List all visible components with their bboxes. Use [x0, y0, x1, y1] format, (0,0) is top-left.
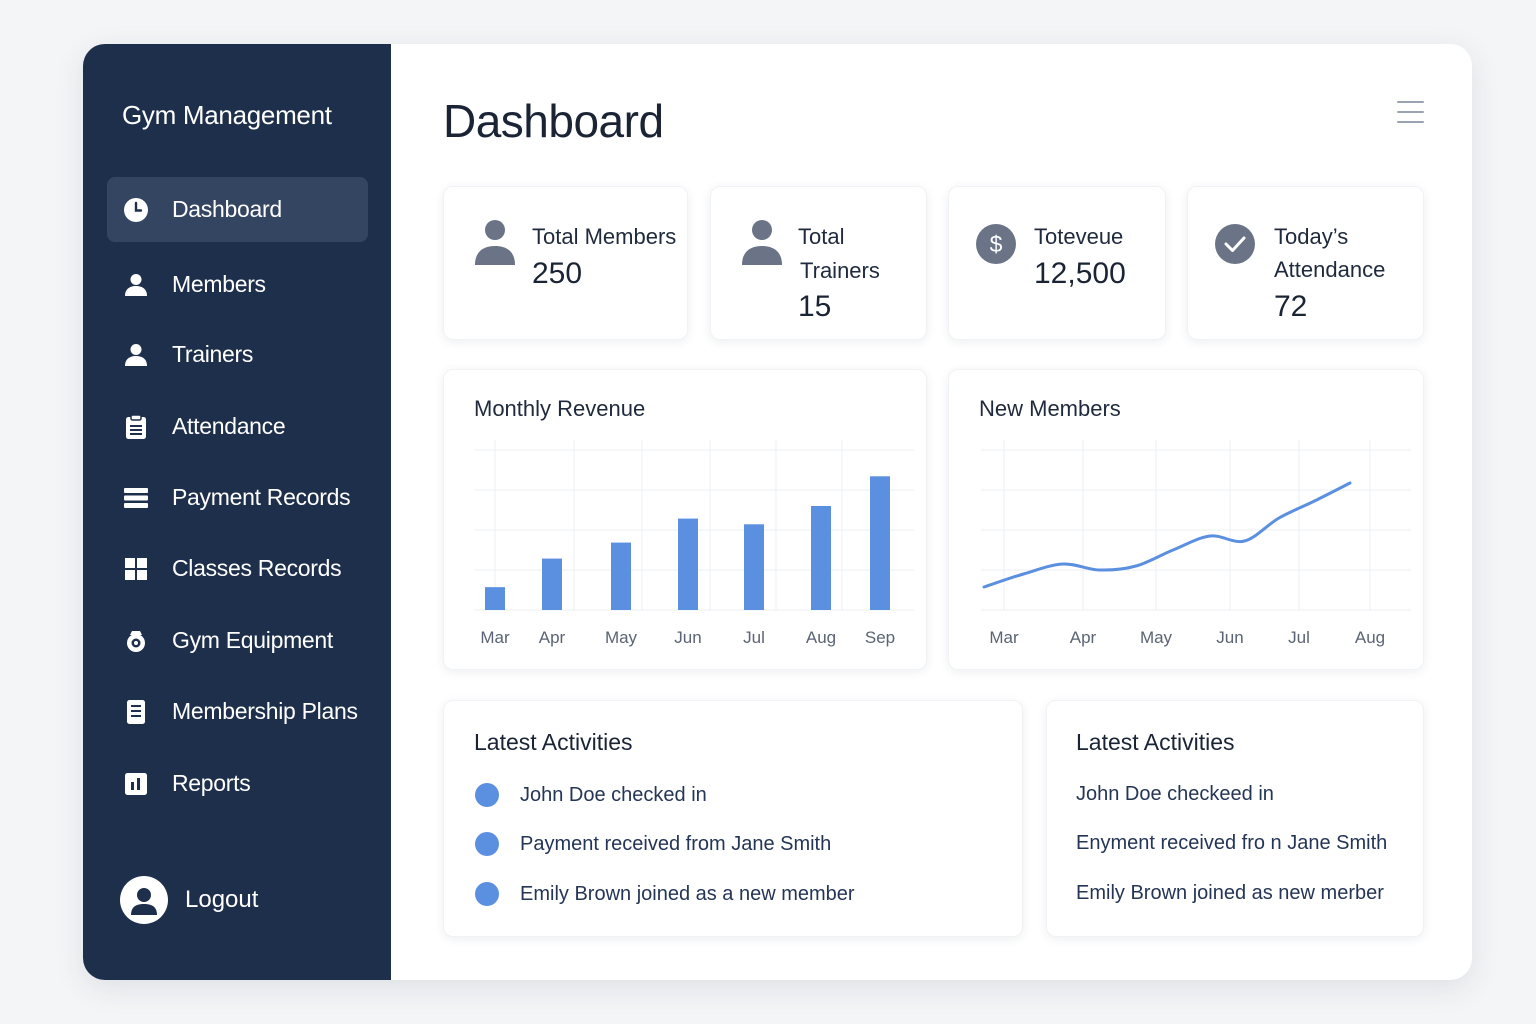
sidebar: Gym Management Dashboard Members Trainer… — [83, 44, 391, 980]
stat-value: 12,500 — [1034, 257, 1126, 290]
sidebar-item-label: Members — [172, 271, 266, 297]
sidebar-item-dashboard[interactable]: Dashboard — [107, 177, 368, 242]
stat-label: Attendance — [1274, 257, 1386, 282]
new-members-chart-card: New Members Mar Apr May Jun Jul Aug — [948, 369, 1424, 670]
sidebar-item-label: Dashboard — [172, 196, 282, 222]
x-tick-label: Jun — [1216, 628, 1243, 647]
x-tick-label: Jun — [674, 628, 701, 647]
user-icon — [740, 220, 784, 265]
list-item: John Doe checkeed in — [1076, 783, 1274, 805]
stat-label: Trainers — [800, 258, 880, 283]
sidebar-item-label: Attendance — [172, 413, 286, 439]
x-tick-label: Aug — [806, 628, 836, 647]
logout-button[interactable]: Logout — [120, 876, 258, 924]
x-tick-label: Jul — [1288, 628, 1310, 647]
bullet-dot-icon — [475, 882, 499, 906]
x-tick-label: May — [1140, 628, 1173, 647]
stat-card-total-revenue: $ Toteveue 12,500 — [948, 186, 1166, 340]
monthly-revenue-chart: Mar Apr May Jun Jul Aug Sep — [474, 440, 914, 647]
x-tick-label: Mar — [480, 628, 510, 647]
sidebar-item-reports[interactable]: Reports — [107, 751, 368, 816]
hamburger-menu-icon[interactable] — [1397, 99, 1425, 125]
app-window: Gym Management Dashboard Members Trainer… — [83, 44, 1472, 980]
bullet-dot-icon — [475, 783, 499, 807]
user-icon — [122, 271, 150, 299]
sidebar-item-trainers[interactable]: Trainers — [107, 322, 368, 387]
sidebar-item-attendance[interactable]: Attendance — [107, 394, 368, 459]
list-item: Enyment received fro n Jane Smith — [1076, 832, 1388, 854]
sidebar-item-label: Membership Plans — [172, 698, 358, 724]
bar-sep — [870, 476, 890, 610]
bar-may — [611, 542, 631, 610]
series-line-new-members — [982, 481, 1352, 589]
x-tick-label: Jul — [743, 628, 765, 647]
activities-title: Latest Activities — [1076, 729, 1235, 755]
sidebar-item-classes-records[interactable]: Classes Records — [107, 536, 368, 601]
grid-icon — [122, 555, 150, 583]
bar-apr — [542, 558, 562, 610]
svg-text:$: $ — [990, 231, 1003, 257]
stat-card-total-trainers: Total Trainers 15 — [710, 186, 927, 340]
page-title: Dashboard — [443, 95, 664, 147]
report-icon — [122, 770, 150, 798]
bullet-dot-icon — [475, 832, 499, 856]
dollar-circle-icon: $ — [974, 222, 1018, 266]
bar-jul — [744, 524, 764, 610]
sidebar-item-label: Classes Records — [172, 555, 342, 581]
clipboard-icon — [122, 413, 150, 441]
monthly-revenue-chart-card: Monthly Revenue Mar Apr May Jun Jul Aug Sep — [443, 369, 927, 670]
stat-value: 250 — [532, 257, 583, 290]
sidebar-item-label: Payment Records — [172, 484, 351, 510]
stat-value: 15 — [798, 290, 832, 323]
main-content: Dashboard Total Members 250 Total Traine… — [391, 44, 1472, 980]
sidebar-item-label: Reports — [172, 770, 251, 796]
sidebar-item-label: Gym Equipment — [172, 627, 333, 653]
sidebar-item-label: Trainers — [172, 341, 254, 367]
list-item: John Doe checked in — [475, 783, 707, 807]
stat-value: 72 — [1274, 290, 1308, 323]
list-item: Payment received from Jane Smith — [475, 832, 831, 856]
avatar-icon — [120, 876, 168, 924]
sidebar-item-membership-plans[interactable]: Membership Plans — [107, 679, 368, 744]
stat-card-todays-attendance: Today’s Attendance 72 — [1187, 186, 1424, 340]
stat-label: Toteveue — [1034, 224, 1124, 249]
stat-label: Total — [798, 224, 845, 249]
new-members-chart: Mar Apr May Jun Jul Aug — [981, 440, 1411, 647]
x-tick-label: Sep — [865, 628, 895, 647]
bar-mar — [485, 587, 505, 610]
x-tick-label: Mar — [989, 628, 1019, 647]
stat-card-total-members: Total Members 250 — [443, 186, 688, 340]
list-item: Emily Brown joined as new merber — [1076, 882, 1384, 904]
bar-jun — [678, 518, 698, 610]
chart-grid — [981, 440, 1411, 611]
activity-text: Emily Brown joined as a new member — [520, 882, 855, 905]
brand-title: Gym Management — [122, 100, 332, 130]
clock-icon — [122, 196, 150, 224]
sidebar-item-gym-equipment[interactable]: Gym Equipment — [107, 608, 368, 673]
document-icon — [122, 698, 150, 726]
check-circle-icon — [1213, 222, 1257, 266]
list-item: Emily Brown joined as a new member — [475, 882, 855, 906]
latest-activities-card-secondary: Latest Activities John Doe checkeed in E… — [1046, 700, 1424, 937]
x-tick-label: Apr — [539, 628, 566, 647]
latest-activities-card: Latest Activities John Doe checked in Pa… — [443, 700, 1023, 937]
user-icon — [473, 220, 517, 265]
activity-text: Payment received from Jane Smith — [520, 832, 832, 855]
sidebar-item-members[interactable]: Members — [107, 252, 368, 317]
list-icon — [122, 484, 150, 512]
sidebar-item-payment-records[interactable]: Payment Records — [107, 465, 368, 530]
logout-label: Logout — [185, 886, 259, 913]
equipment-icon — [122, 627, 150, 655]
user-icon — [122, 341, 150, 369]
activities-title: Latest Activities — [474, 729, 633, 755]
x-tick-label: Aug — [1355, 628, 1385, 647]
bar-aug — [811, 506, 831, 610]
x-tick-label: Apr — [1070, 628, 1097, 647]
activity-text: John Doe checked in — [520, 783, 707, 806]
x-tick-label: May — [605, 628, 638, 647]
stat-label: Today’s — [1274, 224, 1349, 249]
stat-label: Total Members — [532, 224, 677, 249]
